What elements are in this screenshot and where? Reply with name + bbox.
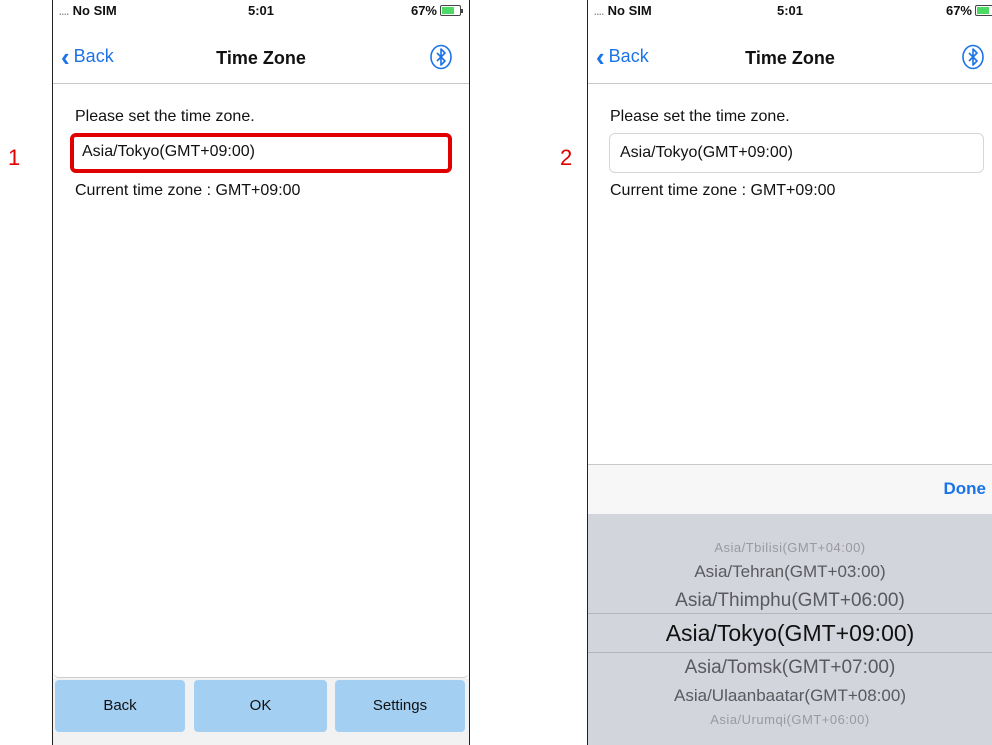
battery-percent: 67% <box>410 3 437 18</box>
picker-row[interactable]: Asia/Tbilisi(GMT+04:00) <box>588 540 992 555</box>
picker-row[interactable]: Asia/Ulaanbaatar(GMT+08:00) <box>588 686 992 706</box>
status-time: 5:01 <box>247 3 275 18</box>
step-number-1: 1 <box>8 145 21 170</box>
timezone-value: Asia/Tokyo(GMT+09:00) <box>620 144 793 161</box>
current-timezone-text: Current time zone : GMT+09:00 <box>75 182 301 199</box>
step-number-2: 2 <box>560 145 573 170</box>
settings-button[interactable]: Settings <box>335 680 465 732</box>
timezone-picker[interactable]: Asia/Tbilisi(GMT+04:00) Asia/Tehran(GMT+… <box>588 514 992 745</box>
battery-status: 67% <box>410 3 463 18</box>
ok-button[interactable]: OK <box>194 680 327 732</box>
battery-status: 67% <box>946 3 992 18</box>
status-bar: .... No SIM 5:01 67% <box>588 0 992 20</box>
picker-toolbar: Done <box>588 464 992 514</box>
picker-row[interactable]: Asia/Tomsk(GMT+07:00) <box>588 657 992 679</box>
bluetooth-icon[interactable] <box>961 44 985 70</box>
picker-row-selected[interactable]: Asia/Tokyo(GMT+09:00) <box>588 620 992 647</box>
battery-icon <box>440 5 463 16</box>
bottom-toolbar: Back OK Settings <box>53 678 469 745</box>
back-button[interactable]: Back <box>55 680 185 732</box>
prompt-text: Please set the time zone. <box>610 108 790 125</box>
prompt-text: Please set the time zone. <box>75 108 255 125</box>
status-bar: .... No SIM 5:01 67% <box>53 0 469 20</box>
done-button[interactable]: Done <box>944 479 987 499</box>
current-timezone-text: Current time zone : GMT+09:00 <box>610 182 836 199</box>
navigation-bar: ‹ Back Time Zone <box>588 20 992 84</box>
battery-icon <box>975 5 992 16</box>
navigation-bar: ‹ Back Time Zone <box>53 20 469 84</box>
bluetooth-icon[interactable] <box>429 44 453 70</box>
phone-screen-2: .... No SIM 5:01 67% ‹ Back Time Zone Pl… <box>587 0 992 745</box>
status-time: 5:01 <box>776 3 804 18</box>
phone-screen-1: .... No SIM 5:01 67% ‹ Back Time Zone Pl… <box>52 0 470 745</box>
page-title: Time Zone <box>216 48 306 68</box>
picker-row[interactable]: Asia/Tehran(GMT+03:00) <box>588 562 992 582</box>
timezone-value: Asia/Tokyo(GMT+09:00) <box>82 143 255 160</box>
timezone-field[interactable]: Asia/Tokyo(GMT+09:00) <box>70 133 452 173</box>
picker-row[interactable]: Asia/Urumqi(GMT+06:00) <box>588 712 992 727</box>
battery-percent: 67% <box>945 3 972 18</box>
timezone-field[interactable]: Asia/Tokyo(GMT+09:00) <box>609 133 984 173</box>
page-title: Time Zone <box>745 48 835 68</box>
picker-row[interactable]: Asia/Thimphu(GMT+06:00) <box>588 590 992 612</box>
